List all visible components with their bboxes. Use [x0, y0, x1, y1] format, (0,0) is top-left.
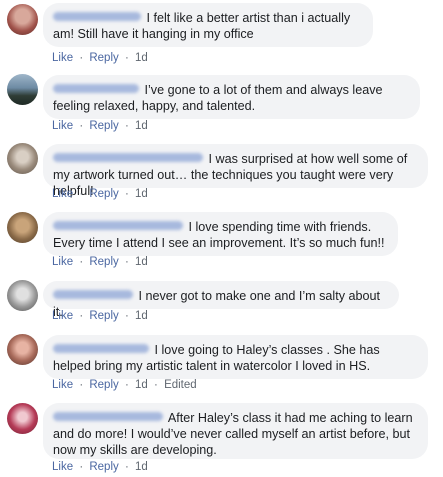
- reply-button[interactable]: Reply: [89, 379, 118, 391]
- edited-label[interactable]: Edited: [164, 379, 197, 391]
- comment-bubble: I never got to make one and I’m salty ab…: [43, 281, 399, 319]
- author-name-blurred[interactable]: [53, 12, 141, 21]
- comment-bubble: I love spending time with friends. Every…: [43, 212, 398, 256]
- author-name-blurred[interactable]: [53, 344, 149, 353]
- comment-bubble: I’ve gone to a lot of them and always le…: [43, 75, 420, 119]
- comment-bubble: After Haley’s class it had me aching to …: [43, 403, 428, 459]
- separator: ·: [79, 188, 84, 200]
- reply-button[interactable]: Reply: [89, 120, 118, 132]
- author-name-blurred[interactable]: [53, 412, 163, 421]
- like-button[interactable]: Like: [52, 379, 73, 391]
- like-button[interactable]: Like: [52, 461, 73, 473]
- avatar[interactable]: [7, 403, 38, 434]
- separator: ·: [154, 379, 158, 391]
- timestamp[interactable]: 1d: [135, 379, 148, 391]
- reply-button[interactable]: Reply: [89, 188, 118, 200]
- reply-button[interactable]: Reply: [89, 310, 118, 322]
- comment-actions: Like · Reply · 1d: [52, 120, 148, 132]
- like-button[interactable]: Like: [52, 256, 73, 268]
- separator: ·: [79, 256, 84, 268]
- timestamp[interactable]: 1d: [135, 120, 148, 132]
- timestamp[interactable]: 1d: [135, 188, 148, 200]
- separator: ·: [124, 379, 129, 391]
- comment-actions: Like · Reply · 1d · Edited: [52, 379, 197, 391]
- avatar[interactable]: [7, 74, 38, 105]
- avatar[interactable]: [7, 143, 38, 174]
- timestamp[interactable]: 1d: [135, 256, 148, 268]
- separator: ·: [124, 120, 129, 132]
- timestamp[interactable]: 1d: [135, 310, 148, 322]
- reply-button[interactable]: Reply: [89, 461, 118, 473]
- author-name-blurred[interactable]: [53, 221, 183, 230]
- like-button[interactable]: Like: [52, 52, 73, 64]
- separator: ·: [124, 310, 129, 322]
- comment-actions: Like · Reply · 1d: [52, 461, 148, 473]
- comment-actions: Like · Reply · 1d: [52, 188, 148, 200]
- like-button[interactable]: Like: [52, 310, 73, 322]
- comment-actions: Like · Reply · 1d: [52, 52, 148, 64]
- separator: ·: [124, 52, 129, 64]
- separator: ·: [124, 461, 129, 473]
- comment-bubble: I felt like a better artist than i actua…: [43, 3, 373, 47]
- comment-bubble: I was surprised at how well some of my a…: [43, 144, 428, 198]
- separator: ·: [124, 256, 129, 268]
- avatar[interactable]: [7, 280, 38, 311]
- timestamp[interactable]: 1d: [135, 461, 148, 473]
- separator: ·: [124, 188, 129, 200]
- like-button[interactable]: Like: [52, 188, 73, 200]
- avatar[interactable]: [7, 4, 38, 35]
- reply-button[interactable]: Reply: [89, 256, 118, 268]
- comment-actions: Like · Reply · 1d: [52, 310, 148, 322]
- separator: ·: [79, 52, 84, 64]
- avatar[interactable]: [7, 334, 38, 365]
- author-name-blurred[interactable]: [53, 290, 133, 299]
- separator: ·: [79, 461, 84, 473]
- comment-actions: Like · Reply · 1d: [52, 256, 148, 268]
- separator: ·: [79, 310, 84, 322]
- author-name-blurred[interactable]: [53, 153, 203, 162]
- avatar[interactable]: [7, 212, 38, 243]
- like-button[interactable]: Like: [52, 120, 73, 132]
- separator: ·: [79, 120, 84, 132]
- comment-bubble: I love going to Haley’s classes . She ha…: [43, 335, 428, 379]
- reply-button[interactable]: Reply: [89, 52, 118, 64]
- timestamp[interactable]: 1d: [135, 52, 148, 64]
- separator: ·: [79, 379, 84, 391]
- author-name-blurred[interactable]: [53, 84, 139, 93]
